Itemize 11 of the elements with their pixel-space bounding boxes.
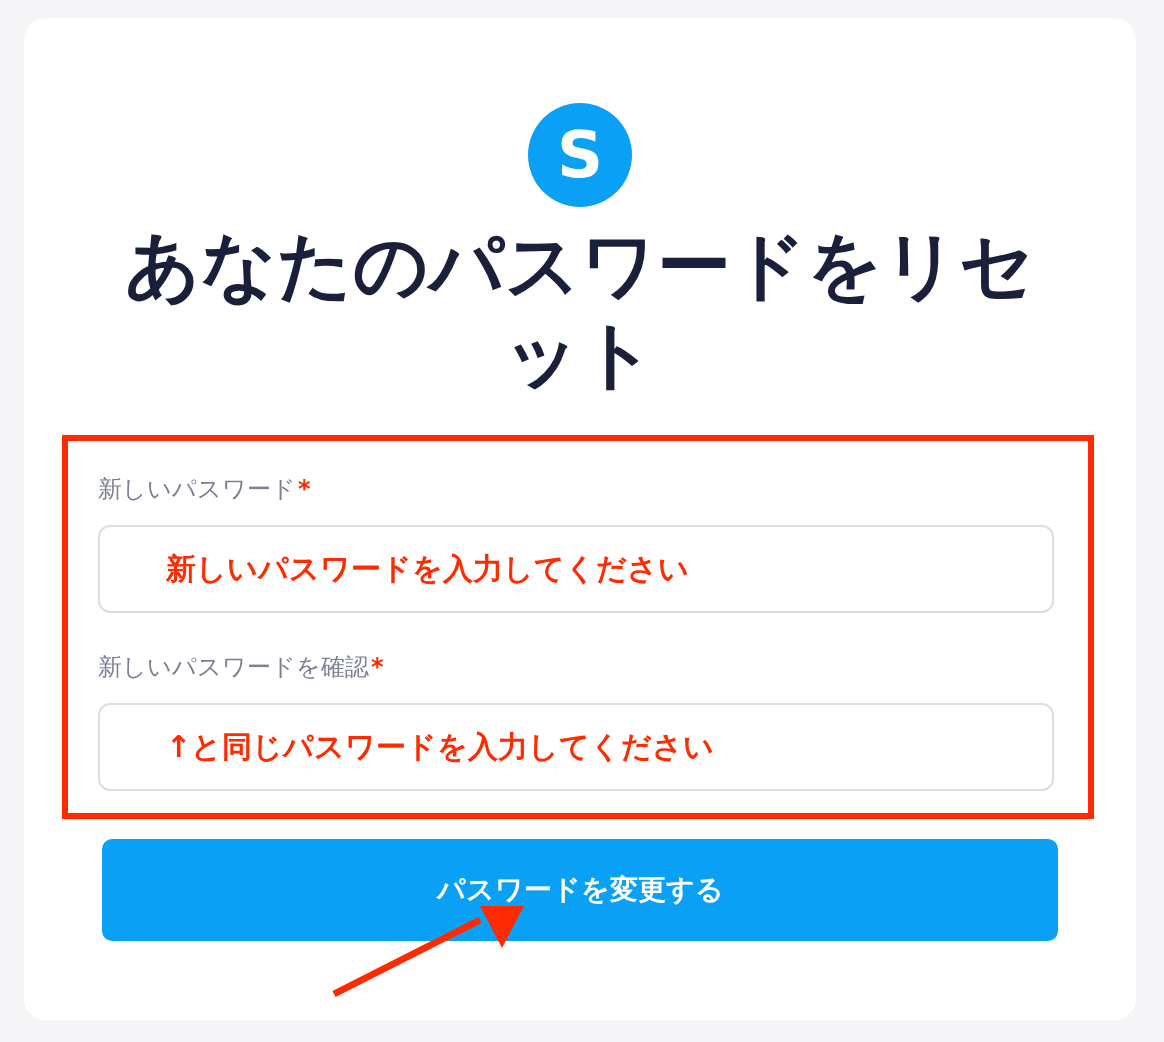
required-mark: *: [298, 473, 311, 505]
annotation-text: 新しいパスワードを入力してください: [166, 550, 689, 589]
field-label: 新しいパスワードを確認: [98, 651, 369, 683]
required-mark: *: [371, 651, 384, 683]
logo: S: [528, 103, 632, 207]
password-field[interactable]: ↑と同じパスワードを入力してください: [98, 702, 1054, 791]
annotation-text: ↑と同じパスワードを入力してください: [166, 728, 715, 767]
page-title: あなたのパスワードをリセット: [124, 221, 1036, 399]
submit-button[interactable]: パスワードを変更する: [102, 838, 1058, 941]
password-field[interactable]: 新しいパスワードを入力してください: [98, 524, 1054, 613]
field-label: 新しいパスワード: [98, 473, 296, 505]
